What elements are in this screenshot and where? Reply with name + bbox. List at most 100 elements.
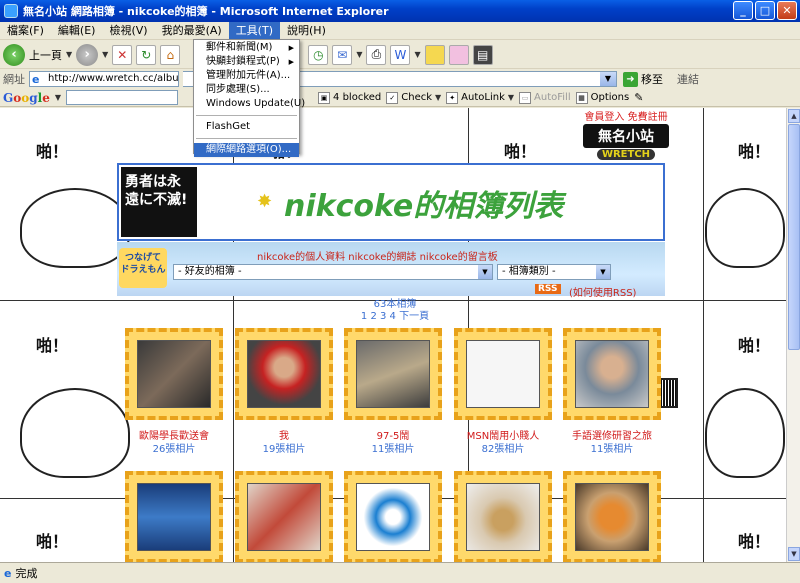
album-tile[interactable] (344, 471, 442, 562)
edit-dropdown-icon[interactable]: ▼ (414, 50, 420, 59)
research-icon[interactable]: ▤ (472, 44, 493, 65)
menu-item-windows-update[interactable]: Windows Update(U) (194, 97, 305, 111)
rss-badge[interactable]: RSS (535, 284, 561, 294)
menu-item-mail-news[interactable]: 郵件和新聞(M) ▶ (194, 41, 299, 55)
links-label[interactable]: 連結 (677, 71, 699, 87)
discuss-icon[interactable] (424, 44, 445, 65)
album-thumbnail[interactable] (575, 340, 649, 408)
album-tile[interactable] (563, 471, 661, 562)
menu-item-synchronize[interactable]: 同步處理(S)... (194, 83, 299, 97)
menu-item-internet-options[interactable]: 網際網路選項(O)... (194, 143, 299, 157)
album-nav-bar: つなげて ドラえもん nikcoke的個人資料 nikcoke的網誌 nikco… (117, 242, 665, 299)
album-title[interactable]: 97-5鬧 (333, 430, 453, 443)
menu-file[interactable]: 檔案(F) (0, 22, 51, 40)
refresh-icon[interactable]: ↻ (136, 44, 157, 65)
menu-tools[interactable]: 工具(T) (228, 21, 280, 40)
back-button-label[interactable]: 上一頁 (29, 47, 62, 63)
brand-login-text[interactable]: 會員登入 免費註冊 (583, 108, 669, 123)
forward-dropdown-icon[interactable]: ▼ (102, 50, 108, 59)
maximize-button[interactable]: □ (755, 1, 775, 20)
brand-logo-text: 無名小站 (583, 124, 669, 148)
album-photo-count: 82張相片 (481, 444, 525, 455)
page-icon: e (32, 73, 40, 86)
go-button[interactable]: ➜ 移至 (623, 71, 663, 87)
album-caption[interactable]: MSN鬧用小賤人 82張相片 (443, 430, 563, 456)
vertical-scrollbar[interactable]: ▲ ▼ (786, 108, 800, 562)
bg-papa-text: 啪！ (36, 142, 69, 161)
google-menu-dropdown-icon[interactable]: ▼ (55, 93, 61, 102)
menu-view[interactable]: 檢視(V) (102, 22, 154, 40)
messenger-icon[interactable] (448, 44, 469, 65)
scroll-thumb[interactable] (788, 124, 800, 350)
menu-edit[interactable]: 編輯(E) (51, 22, 103, 40)
menu-help[interactable]: 說明(H) (280, 22, 333, 40)
album-title[interactable]: 我 (224, 430, 344, 443)
album-tile[interactable] (454, 328, 552, 420)
album-title[interactable]: 手語選修研習之旅 (552, 430, 672, 443)
album-thumbnail[interactable] (575, 483, 649, 551)
album-caption[interactable]: 手語選修研習之旅 11張相片 (552, 430, 672, 456)
forward-arrow-icon[interactable]: › (76, 43, 99, 66)
menu-separator (196, 115, 297, 116)
album-caption[interactable]: 97-5鬧 11張相片 (333, 430, 453, 456)
album-thumbnail[interactable] (466, 483, 540, 551)
word-icon[interactable]: W (390, 44, 411, 65)
wretch-brand[interactable]: 會員登入 免費註冊 無名小站 WRETCH (583, 108, 669, 160)
album-thumbnail[interactable] (137, 340, 211, 408)
album-title[interactable]: MSN鬧用小賤人 (443, 430, 563, 443)
address-input[interactable]: e http://www.wretch.cc/album/nikcoke (29, 71, 179, 87)
album-title[interactable]: 歐陽學長歡送會 (114, 430, 234, 443)
album-thumbnail[interactable] (356, 483, 430, 551)
album-photo-count: 11張相片 (371, 444, 415, 455)
album-tile[interactable] (563, 328, 661, 420)
bg-papa-text: 啪！ (36, 336, 69, 355)
pencil-icon[interactable]: ✎ (634, 91, 643, 104)
history-icon[interactable]: ◷ (308, 44, 329, 65)
menu-item-manage-addons[interactable]: 管理附加元件(A)... (194, 69, 299, 83)
google-logo[interactable]: Google (3, 91, 50, 105)
album-photo-count: 26張相片 (152, 444, 196, 455)
mail-dropdown-icon[interactable]: ▼ (356, 50, 362, 59)
album-tile[interactable] (235, 471, 333, 562)
address-dropdown-icon[interactable]: ▼ (600, 72, 616, 86)
autofill[interactable]: ▭ AutoFill (519, 91, 571, 104)
mail-icon[interactable]: ✉ (332, 44, 353, 65)
profile-links[interactable]: nikcoke的個人資料 nikcoke的網誌 nikcoke的留言板 (257, 248, 498, 263)
menu-item-flashget[interactable]: FlashGet (194, 120, 299, 134)
options[interactable]: ▦ Options (575, 91, 629, 104)
stop-icon[interactable]: ✕ (112, 44, 133, 65)
home-icon[interactable]: ⌂ (160, 44, 181, 65)
address-label: 網址 (3, 73, 25, 86)
standard-toolbar: ‹ 上一頁 ▼ › ▼ ✕ ↻ ⌂ ◷ ✉ ▼ ⎙ W ▼ ▤ (0, 41, 800, 69)
back-dropdown-icon[interactable]: ▼ (66, 50, 72, 59)
album-tile[interactable] (125, 471, 223, 562)
scroll-up-icon[interactable]: ▲ (788, 109, 800, 123)
autolink[interactable]: ✦ AutoLink ▼ (446, 91, 514, 104)
tools-menu-dropdown: 郵件和新聞(M) ▶ 快顯封鎖程式(P) ▶ 管理附加元件(A)... 同步處理(S… (193, 39, 305, 157)
pagination[interactable]: 1 2 3 4 下一頁 (350, 307, 440, 322)
album-tile[interactable] (125, 328, 223, 420)
scroll-down-icon[interactable]: ▼ (788, 547, 800, 561)
popup-blocked[interactable]: ▣ 4 blocked (318, 91, 381, 104)
friend-albums-select[interactable]: - 好友的相簿 - ▼ (173, 264, 493, 280)
menu-favorites[interactable]: 我的最愛(A) (155, 22, 229, 40)
back-arrow-icon[interactable]: ‹ (3, 43, 25, 66)
album-thumbnail[interactable] (247, 340, 321, 408)
close-button[interactable]: ✕ (777, 1, 797, 20)
spell-check[interactable]: ✓ Check ▼ (386, 91, 441, 104)
album-tile[interactable] (344, 328, 442, 420)
album-thumbnail[interactable] (247, 483, 321, 551)
album-thumbnail[interactable] (466, 340, 540, 408)
print-icon[interactable]: ⎙ (366, 44, 387, 65)
minimize-button[interactable]: _ (733, 1, 753, 20)
album-category-select[interactable]: - 相簿類別 - ▼ (497, 264, 611, 280)
rss-howto-link[interactable]: (如何使用RSS) (569, 284, 636, 299)
album-tile[interactable] (235, 328, 333, 420)
album-caption[interactable]: 歐陽學長歡送會 26張相片 (114, 430, 234, 456)
album-caption[interactable]: 我 19張相片 (224, 430, 344, 456)
album-thumbnail[interactable] (137, 483, 211, 551)
google-search-input[interactable] (66, 90, 179, 105)
album-tile[interactable] (454, 471, 552, 562)
album-thumbnail[interactable] (356, 340, 430, 408)
menu-item-popup-blocker[interactable]: 快顯封鎖程式(P) ▶ (194, 55, 299, 69)
